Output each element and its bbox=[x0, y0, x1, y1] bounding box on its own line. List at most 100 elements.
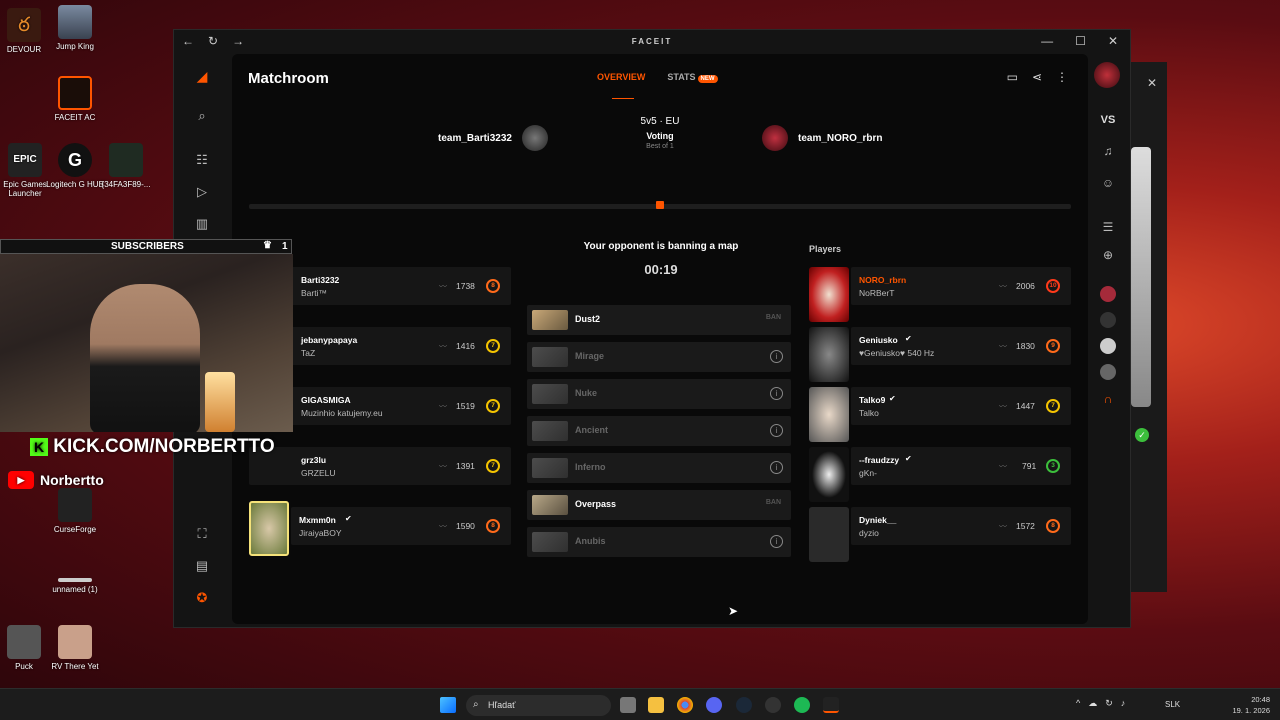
faceit-logo-icon[interactable]: ◢ bbox=[192, 68, 212, 88]
chat-icon[interactable]: ▭ bbox=[1007, 70, 1018, 84]
trend-icon: 〰 bbox=[439, 342, 447, 351]
more-icon[interactable]: ⋮ bbox=[1056, 70, 1068, 84]
player-nickname: NoRBerT bbox=[859, 288, 895, 298]
desktop-icon-rv[interactable]: RV There Yet bbox=[43, 625, 107, 671]
party-icon[interactable]: ☰ bbox=[1098, 220, 1118, 240]
language-indicator[interactable]: SLK bbox=[1165, 700, 1180, 709]
tray-icons[interactable]: ^☁↻♪ bbox=[1076, 698, 1133, 709]
team2-player-row[interactable]: --fraudzzy ✔ gKn- 〰 791 3 bbox=[809, 446, 1071, 502]
map-thumbnail bbox=[532, 495, 568, 515]
info-icon[interactable]: i bbox=[770, 350, 783, 363]
close-button[interactable]: ✕ bbox=[1108, 34, 1118, 48]
find-players-icon[interactable]: ☷ bbox=[192, 152, 212, 172]
steam-icon[interactable] bbox=[736, 697, 752, 713]
player-nickname: Talko bbox=[859, 408, 879, 418]
map-name: Overpass bbox=[575, 499, 617, 509]
maximize-button[interactable]: ☐ bbox=[1075, 34, 1086, 48]
bell-icon[interactable]: ♫ bbox=[1098, 144, 1118, 164]
map-row-mirage[interactable]: Mirage i bbox=[527, 342, 791, 372]
skill-level-badge: 7 bbox=[486, 459, 500, 473]
start-icon[interactable] bbox=[440, 697, 456, 713]
friends-icon[interactable]: ☺ bbox=[1098, 176, 1118, 196]
team2-player-row[interactable]: Talko9 ✔ Talko 〰 1447 7 bbox=[809, 386, 1071, 442]
play-icon[interactable]: ▷ bbox=[192, 184, 212, 204]
forward-icon[interactable]: → bbox=[232, 34, 244, 48]
map-thumbnail bbox=[532, 532, 568, 552]
friend-avatar[interactable] bbox=[1100, 286, 1116, 302]
team1-player-row[interactable]: Mxmm0n ✔ JiraiyaBOY 〰 1590 8 bbox=[249, 501, 511, 556]
user-avatar[interactable] bbox=[1094, 62, 1120, 88]
map-row-ancient[interactable]: Ancient i bbox=[527, 416, 791, 446]
desktop-icon-file[interactable]: {34FA3F89-... bbox=[94, 143, 158, 189]
taskbar-search[interactable]: ⌕ Hľadať bbox=[466, 695, 611, 716]
share-icon[interactable]: ⋖ bbox=[1032, 70, 1042, 84]
player-elo: 2006 bbox=[1016, 281, 1035, 291]
map-thumbnail bbox=[532, 421, 568, 441]
task-view-icon[interactable] bbox=[620, 697, 636, 713]
add-icon[interactable]: ⊕ bbox=[1098, 248, 1118, 268]
map-row-dust2[interactable]: Dust2 BAN bbox=[527, 305, 791, 335]
map-row-anubis[interactable]: Anubis i bbox=[527, 527, 791, 557]
spotify-icon[interactable] bbox=[794, 697, 810, 713]
map-row-inferno[interactable]: Inferno i bbox=[527, 453, 791, 483]
tab-stats-wrapper[interactable]: STATS NEW bbox=[667, 72, 718, 83]
shop-icon[interactable]: ▤ bbox=[192, 558, 212, 578]
rewards-icon[interactable]: ✪ bbox=[192, 590, 212, 610]
team2-avatar bbox=[762, 125, 788, 151]
team2-player-row[interactable]: NORO_rbrn NoRBerT 〰 2006 10 bbox=[809, 266, 1071, 322]
jump-king-icon bbox=[58, 5, 92, 39]
map-row-nuke[interactable]: Nuke i bbox=[527, 379, 791, 409]
trend-icon: 〰 bbox=[999, 462, 1007, 471]
fullscreen-icon[interactable]: ⛶ bbox=[192, 526, 212, 546]
refresh-icon[interactable]: ↻ bbox=[208, 34, 218, 48]
player-elo: 1830 bbox=[1016, 341, 1035, 351]
close-icon[interactable]: ✕ bbox=[1147, 76, 1157, 90]
player-avatar bbox=[809, 506, 849, 562]
player-name: GIGASMIGA bbox=[301, 395, 351, 405]
info-icon[interactable]: i bbox=[770, 461, 783, 474]
info-icon[interactable]: i bbox=[770, 387, 783, 400]
trend-icon: 〰 bbox=[439, 522, 447, 531]
search-icon[interactable]: ⌕ bbox=[192, 108, 212, 128]
verified-icon: ✔ bbox=[905, 454, 912, 463]
minimize-button[interactable]: — bbox=[1041, 34, 1053, 48]
trend-icon: 〰 bbox=[439, 282, 447, 291]
info-icon[interactable]: i bbox=[770, 424, 783, 437]
back-icon[interactable]: ← bbox=[182, 34, 194, 48]
map-row-overpass[interactable]: Overpass BAN bbox=[527, 490, 791, 520]
obs-icon[interactable] bbox=[765, 697, 781, 713]
friend-avatar[interactable] bbox=[1100, 312, 1116, 328]
team2-player-row[interactable]: Geniusko ✔ ♥Geniusko♥ 540 Hz 〰 1830 9 bbox=[809, 326, 1071, 382]
friend-avatar[interactable] bbox=[1100, 364, 1116, 380]
headset-icon[interactable]: ∩ bbox=[1098, 392, 1118, 412]
desktop-icon-jump-king[interactable]: Jump King bbox=[43, 5, 107, 51]
desktop-icon-unnamed[interactable]: unnamed (1) bbox=[43, 578, 107, 594]
team1-player-row[interactable]: grz3lu GRZELU 〰 1391 7 bbox=[249, 446, 511, 486]
player-elo: 1519 bbox=[456, 401, 475, 411]
stats-icon[interactable]: ▥ bbox=[192, 216, 212, 236]
friend-avatar[interactable] bbox=[1100, 338, 1116, 354]
player-name: jebanypapaya bbox=[301, 335, 358, 345]
tab-overview[interactable]: OVERVIEW bbox=[597, 72, 645, 82]
team1-header[interactable]: team_Barti3232 bbox=[438, 125, 548, 151]
webcam-feed bbox=[0, 254, 293, 432]
team2-player-row[interactable]: Dyniek__ dyzio 〰 1572 8 bbox=[809, 506, 1071, 562]
team2-header[interactable]: team_NORO_rbrn bbox=[762, 125, 882, 151]
tab-stats[interactable]: STATS bbox=[667, 72, 695, 82]
file-explorer-icon[interactable] bbox=[648, 697, 664, 713]
faceit-icon[interactable] bbox=[823, 697, 839, 713]
info-icon[interactable]: i bbox=[770, 535, 783, 548]
desktop-icon-curseforge[interactable]: CurseForge bbox=[43, 488, 107, 534]
player-name: --fraudzzy bbox=[859, 455, 900, 465]
clock[interactable]: 20:48 19. 1. 2026 bbox=[1232, 694, 1270, 716]
map-thumbnail bbox=[532, 347, 568, 367]
epic-games-icon: EPIC bbox=[8, 143, 42, 177]
player-avatar bbox=[809, 386, 849, 442]
desktop-icon-faceit-ac[interactable]: FACEIT AC bbox=[43, 76, 107, 122]
skill-level-badge: 8 bbox=[486, 519, 500, 533]
map-name: Anubis bbox=[575, 536, 606, 546]
discord-icon[interactable] bbox=[706, 697, 722, 713]
chrome-icon[interactable] bbox=[677, 697, 693, 713]
logitech-icon: G bbox=[58, 143, 92, 177]
ban-status-text: Your opponent is banning a map bbox=[583, 241, 739, 252]
